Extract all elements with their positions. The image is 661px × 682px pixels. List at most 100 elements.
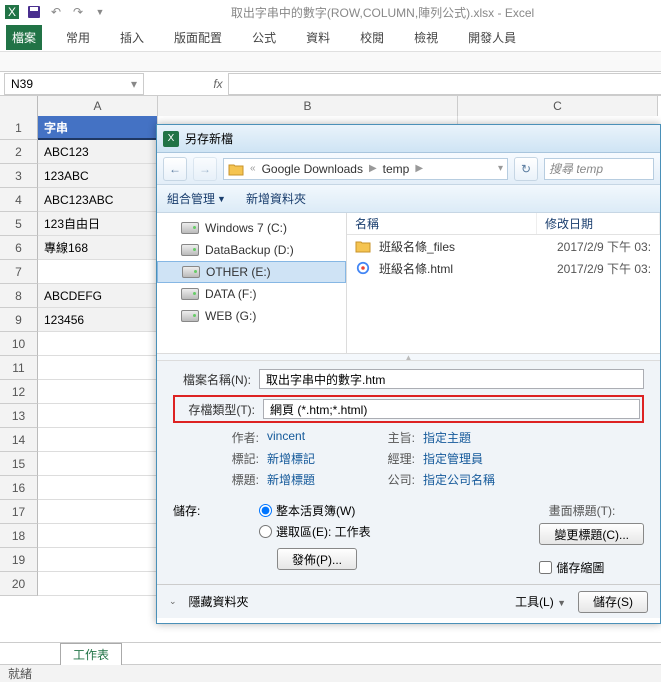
row-header[interactable]: 9 — [0, 308, 38, 332]
row-header[interactable]: 1 — [0, 116, 38, 140]
row-header[interactable]: 8 — [0, 284, 38, 308]
row-header[interactable]: 16 — [0, 476, 38, 500]
tab-layout[interactable]: 版面配置 — [168, 25, 228, 50]
cell[interactable]: ABC123ABC — [38, 188, 158, 212]
row-header[interactable]: 3 — [0, 164, 38, 188]
cell[interactable] — [38, 452, 158, 476]
qat-dropdown-icon[interactable]: ▼ — [92, 4, 108, 20]
tools-button[interactable]: 工具(L) ▼ — [515, 593, 566, 610]
cell[interactable] — [38, 332, 158, 356]
breadcrumb[interactable]: « Google Downloads ▶ temp ▶ ▾ — [223, 158, 508, 180]
row-header[interactable]: 5 — [0, 212, 38, 236]
file-row[interactable]: 班級名條_files 2017/2/9 下午 03: — [347, 235, 660, 257]
formula-bar[interactable] — [228, 73, 661, 95]
cell[interactable] — [38, 260, 158, 284]
undo-icon[interactable]: ↶ — [48, 4, 64, 20]
tab-formula[interactable]: 公式 — [246, 25, 282, 50]
tags-value[interactable]: 新增標記 — [267, 450, 315, 467]
row-header[interactable]: 12 — [0, 380, 38, 404]
cell[interactable] — [38, 380, 158, 404]
row-header[interactable]: 10 — [0, 332, 38, 356]
radio-whole[interactable]: 整本活頁簿(W) — [259, 502, 371, 519]
cell[interactable] — [38, 572, 158, 596]
cell[interactable] — [38, 500, 158, 524]
row-header[interactable]: 18 — [0, 524, 38, 548]
organize-button[interactable]: 組合管理 ▼ — [167, 190, 226, 207]
row-header[interactable]: 15 — [0, 452, 38, 476]
subject-value[interactable]: 指定主題 — [423, 429, 471, 446]
row-header[interactable]: 7 — [0, 260, 38, 284]
crumb-seg[interactable]: Google Downloads — [262, 162, 363, 176]
cell[interactable] — [38, 548, 158, 572]
chevron-down-icon[interactable]: ▾ — [498, 163, 503, 174]
hide-folders-button[interactable]: 隱藏資料夾 — [189, 593, 249, 610]
col-date[interactable]: 修改日期 — [537, 213, 660, 234]
cell[interactable]: ABC123 — [38, 140, 158, 164]
filetype-select[interactable]: 網頁 (*.htm;*.html) — [263, 399, 640, 419]
cell[interactable]: 123ABC — [38, 164, 158, 188]
splitter[interactable]: ▲ — [157, 353, 660, 361]
author-value[interactable]: vincent — [267, 429, 305, 446]
cell[interactable]: ABCDEFG — [38, 284, 158, 308]
cell[interactable] — [38, 476, 158, 500]
change-title-button[interactable]: 變更標題(C)... — [539, 523, 644, 545]
cell[interactable]: 123456 — [38, 308, 158, 332]
search-input[interactable]: 搜尋 temp — [544, 158, 654, 180]
redo-icon[interactable]: ↷ — [70, 4, 86, 20]
cell[interactable] — [38, 428, 158, 452]
row-header[interactable]: 6 — [0, 236, 38, 260]
crumb-seg[interactable]: temp — [383, 162, 410, 176]
tree-item-f[interactable]: DATA (F:) — [157, 283, 346, 305]
company-value[interactable]: 指定公司名稱 — [423, 471, 495, 488]
save-icon[interactable] — [26, 4, 42, 20]
tab-file[interactable]: 檔案 — [6, 25, 42, 50]
tab-home[interactable]: 常用 — [60, 25, 96, 50]
tab-view[interactable]: 檢視 — [408, 25, 444, 50]
save-button[interactable]: 儲存(S) — [578, 591, 648, 613]
column-header-c[interactable]: C — [458, 96, 658, 116]
manager-value[interactable]: 指定管理員 — [423, 450, 483, 467]
radio-select[interactable]: 選取區(E): 工作表 — [259, 523, 371, 540]
cell[interactable] — [38, 524, 158, 548]
save-thumb-checkbox[interactable]: 儲存縮圖 — [539, 559, 644, 576]
tab-review[interactable]: 校閱 — [354, 25, 390, 50]
row-header[interactable]: 14 — [0, 428, 38, 452]
column-header-a[interactable]: A — [38, 96, 158, 116]
row-header[interactable]: 4 — [0, 188, 38, 212]
fx-icon[interactable]: fx — [208, 77, 228, 91]
tree-item-g[interactable]: WEB (G:) — [157, 305, 346, 327]
chevron-down-icon[interactable]: ▾ — [131, 77, 137, 91]
tree-item-e[interactable]: OTHER (E:) — [157, 261, 346, 283]
back-button[interactable]: ← — [163, 157, 187, 181]
column-header-b[interactable]: B — [158, 96, 458, 116]
new-folder-button[interactable]: 新增資料夾 — [246, 190, 306, 207]
publish-button[interactable]: 發佈(P)... — [277, 548, 357, 570]
tab-insert[interactable]: 插入 — [114, 25, 150, 50]
select-all-corner[interactable] — [0, 96, 38, 116]
forward-button[interactable]: → — [193, 157, 217, 181]
row-header[interactable]: 20 — [0, 572, 38, 596]
cell[interactable]: 專線168 — [38, 236, 158, 260]
name-box[interactable]: N39 ▾ — [4, 73, 144, 95]
sheet-tab[interactable]: 工作表 — [60, 643, 122, 665]
tree-item-c[interactable]: Windows 7 (C:) — [157, 217, 346, 239]
cell[interactable]: 123自由日 — [38, 212, 158, 236]
chevron-down-icon[interactable]: ⌄ — [169, 596, 177, 607]
tab-data[interactable]: 資料 — [300, 25, 336, 50]
row-header[interactable]: 17 — [0, 500, 38, 524]
row-header[interactable]: 13 — [0, 404, 38, 428]
row-header[interactable]: 2 — [0, 140, 38, 164]
title-value[interactable]: 新增標題 — [267, 471, 315, 488]
row-header[interactable]: 19 — [0, 548, 38, 572]
cell[interactable]: 字串 — [38, 116, 158, 140]
tree-item-d[interactable]: DataBackup (D:) — [157, 239, 346, 261]
filename-input[interactable]: 取出字串中的數字.htm — [259, 369, 644, 389]
cell[interactable] — [38, 356, 158, 380]
folder-tree[interactable]: Windows 7 (C:) DataBackup (D:) OTHER (E:… — [157, 213, 347, 353]
col-name[interactable]: 名稱 — [347, 213, 537, 234]
row-header[interactable]: 11 — [0, 356, 38, 380]
refresh-button[interactable]: ↻ — [514, 157, 538, 181]
file-row[interactable]: 班級名條.html 2017/2/9 下午 03: — [347, 257, 660, 279]
cell[interactable] — [38, 404, 158, 428]
tab-dev[interactable]: 開發人員 — [462, 25, 522, 50]
